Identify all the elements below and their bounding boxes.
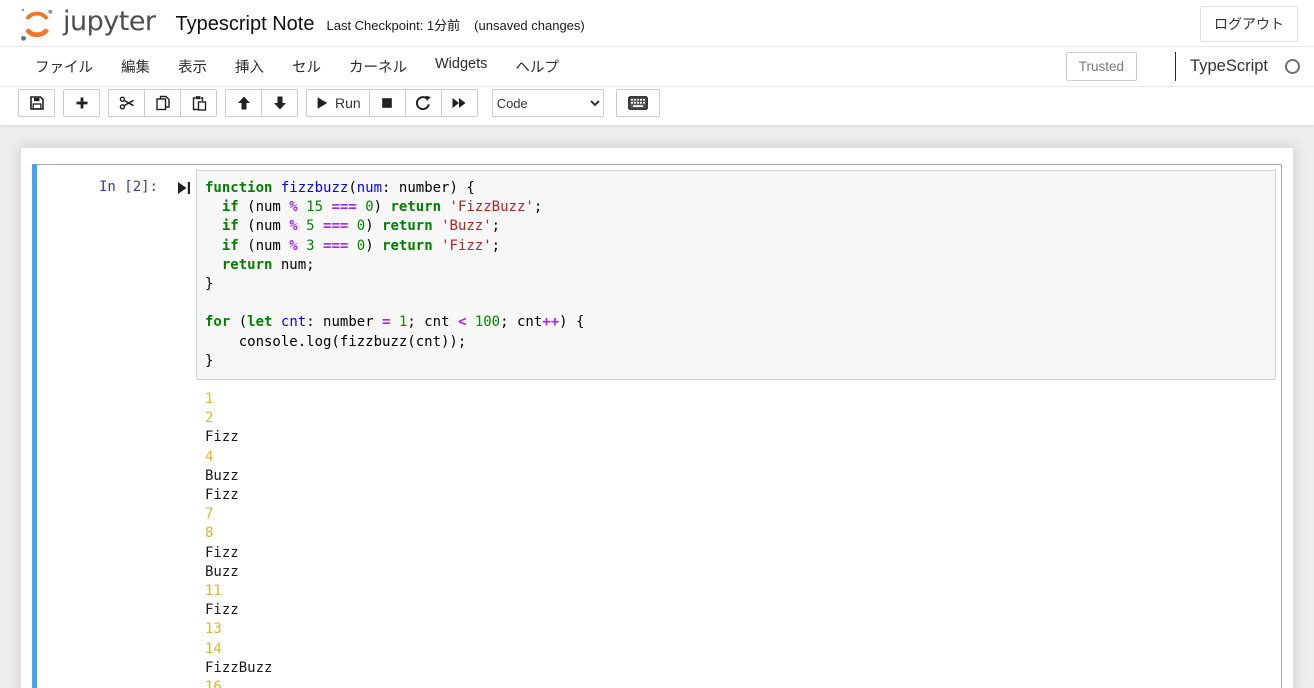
output-line: 7 xyxy=(205,505,1276,524)
menu-widgets[interactable]: Widgets xyxy=(426,48,496,85)
menu-kernel[interactable]: カーネル xyxy=(340,48,416,85)
jupyter-logo-text: jupyter xyxy=(63,8,156,41)
output-line: 13 xyxy=(205,620,1276,639)
copy-cell-button[interactable] xyxy=(144,89,181,117)
cell-type-select[interactable]: Code xyxy=(492,89,604,117)
output-line: FizzBuzz xyxy=(205,659,1276,678)
unsaved-changes-label: (unsaved changes) xyxy=(474,18,585,33)
output-line: 1 xyxy=(205,390,1276,409)
code-line: console.log(fizzbuzz(cnt)); xyxy=(205,333,1267,352)
output-line: 14 xyxy=(205,640,1276,659)
notebook-site: In [2]: function fizzbuzz(num: number) {… xyxy=(0,125,1314,688)
code-line: } xyxy=(205,352,1267,371)
output-line: Fizz xyxy=(205,486,1276,505)
output-line: Fizz xyxy=(205,601,1276,620)
output-line: 4 xyxy=(205,448,1276,467)
input-prompt: In [2]: xyxy=(99,179,158,195)
code-line: if (num % 5 === 0) return 'Buzz'; xyxy=(205,217,1267,236)
menu-view[interactable]: 表示 xyxy=(169,48,216,85)
code-line: return num; xyxy=(205,256,1267,275)
kernel-name: TypeScript xyxy=(1190,57,1268,76)
paste-cell-button[interactable] xyxy=(180,89,217,117)
selected-cell-indicator xyxy=(32,164,37,688)
paste-icon xyxy=(191,95,207,111)
menu-cell[interactable]: セル xyxy=(283,48,330,85)
code-cell[interactable]: In [2]: function fizzbuzz(num: number) {… xyxy=(32,164,1282,688)
play-icon xyxy=(315,96,329,110)
code-line: function fizzbuzz(num: number) { xyxy=(205,179,1267,198)
run-cell-button[interactable]: Run xyxy=(306,89,370,117)
move-up-icon xyxy=(236,95,252,111)
move-down-icon xyxy=(272,95,288,111)
cut-icon xyxy=(119,95,135,111)
cell-input-row: In [2]: function fizzbuzz(num: number) {… xyxy=(38,170,1276,380)
cell-output: 12Fizz4BuzzFizz78FizzBuzz11Fizz1314FizzB… xyxy=(196,390,1276,688)
copy-icon xyxy=(155,95,171,111)
notebook-title[interactable]: Typescript Note xyxy=(176,13,315,36)
notebook-header: jupyter Typescript Note Last Checkpoint:… xyxy=(0,0,1314,46)
code-line: } xyxy=(205,275,1267,294)
kernel-idle-icon xyxy=(1285,59,1300,74)
run-this-cell-icon[interactable] xyxy=(177,181,191,195)
code-line xyxy=(205,294,1267,313)
kernel-separator xyxy=(1175,52,1176,81)
output-line: 11 xyxy=(205,582,1276,601)
notebook-container: In [2]: function fizzbuzz(num: number) {… xyxy=(20,147,1294,688)
keyboard-icon xyxy=(628,96,648,110)
restart-run-all-button[interactable] xyxy=(441,89,478,117)
output-line: 8 xyxy=(205,524,1276,543)
code-line: for (let cnt: number = 1; cnt < 100; cnt… xyxy=(205,313,1267,332)
output-line: 2 xyxy=(205,409,1276,428)
move-cell-up-button[interactable] xyxy=(225,89,262,117)
menu-bar: ファイル 編集 表示 挿入 セル カーネル Widgets ヘルプ Truste… xyxy=(0,46,1314,87)
save-button[interactable] xyxy=(18,89,55,117)
jupyter-logo-icon xyxy=(18,6,56,44)
cell-output-row: 12Fizz4BuzzFizz78FizzBuzz11Fizz1314FizzB… xyxy=(38,390,1276,688)
checkpoint-status: Last Checkpoint: 1分前 xyxy=(326,15,460,34)
restart-icon xyxy=(415,95,431,111)
save-icon xyxy=(29,95,45,111)
menu-insert[interactable]: 挿入 xyxy=(226,48,273,85)
menu-help[interactable]: ヘルプ xyxy=(506,48,568,85)
output-line: 16 xyxy=(205,678,1276,688)
jupyter-logo[interactable]: jupyter xyxy=(18,6,156,44)
command-palette-button[interactable] xyxy=(616,89,660,117)
menu-edit[interactable]: 編集 xyxy=(112,48,159,85)
interrupt-kernel-button[interactable] xyxy=(369,89,406,117)
restart-kernel-button[interactable] xyxy=(405,89,442,117)
logout-button[interactable]: ログアウト xyxy=(1200,6,1298,42)
toolbar: Run Code xyxy=(0,87,1314,125)
menu-file[interactable]: ファイル xyxy=(26,48,102,85)
stop-icon xyxy=(380,96,394,110)
trusted-badge[interactable]: Trusted xyxy=(1066,52,1137,81)
code-line: if (num % 3 === 0) return 'Fizz'; xyxy=(205,237,1267,256)
cut-cell-button[interactable] xyxy=(108,89,145,117)
input-prompt-column: In [2]: xyxy=(38,170,196,195)
output-line: Fizz xyxy=(205,428,1276,447)
output-prompt-column xyxy=(38,390,196,688)
output-line: Fizz xyxy=(205,544,1276,563)
output-line: Buzz xyxy=(205,563,1276,582)
output-line: Buzz xyxy=(205,467,1276,486)
restart-run-all-icon xyxy=(451,95,467,111)
move-cell-down-button[interactable] xyxy=(261,89,298,117)
add-cell-button[interactable] xyxy=(63,89,100,117)
code-line: if (num % 15 === 0) return 'FizzBuzz'; xyxy=(205,198,1267,217)
code-editor[interactable]: function fizzbuzz(num: number) { if (num… xyxy=(196,170,1276,380)
add-cell-icon xyxy=(74,95,90,111)
run-button-label: Run xyxy=(335,95,361,111)
